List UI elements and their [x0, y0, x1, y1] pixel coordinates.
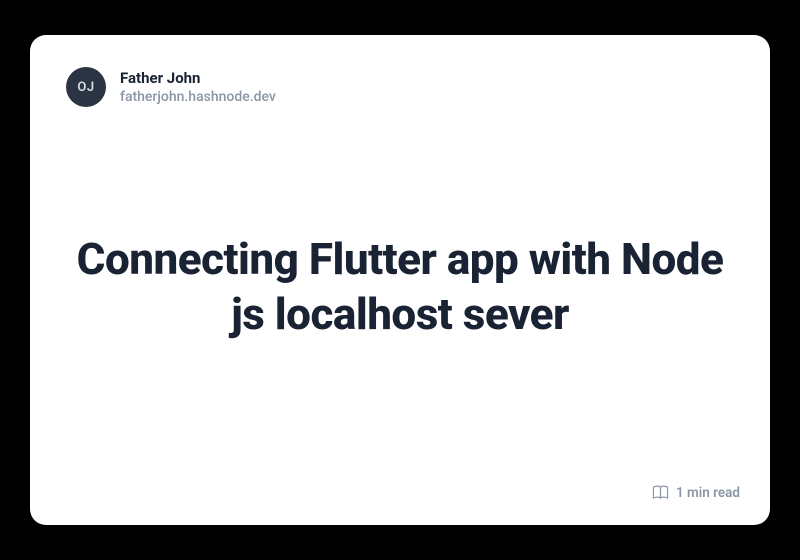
post-card: OJ Father John fatherjohn.hashnode.dev C…	[30, 35, 770, 525]
book-open-icon	[652, 484, 669, 501]
author-row: OJ Father John fatherjohn.hashnode.dev	[66, 67, 734, 107]
author-name[interactable]: Father John	[120, 69, 276, 87]
read-time-text: 1 min read	[676, 485, 740, 501]
title-wrap: Connecting Flutter app with Node js loca…	[66, 107, 734, 497]
author-domain[interactable]: fatherjohn.hashnode.dev	[120, 89, 276, 105]
avatar[interactable]: OJ	[66, 67, 106, 107]
avatar-initials: OJ	[77, 80, 94, 95]
post-title: Connecting Flutter app with Node js loca…	[76, 232, 724, 342]
author-meta: Father John fatherjohn.hashnode.dev	[120, 69, 276, 105]
read-time: 1 min read	[652, 484, 740, 501]
